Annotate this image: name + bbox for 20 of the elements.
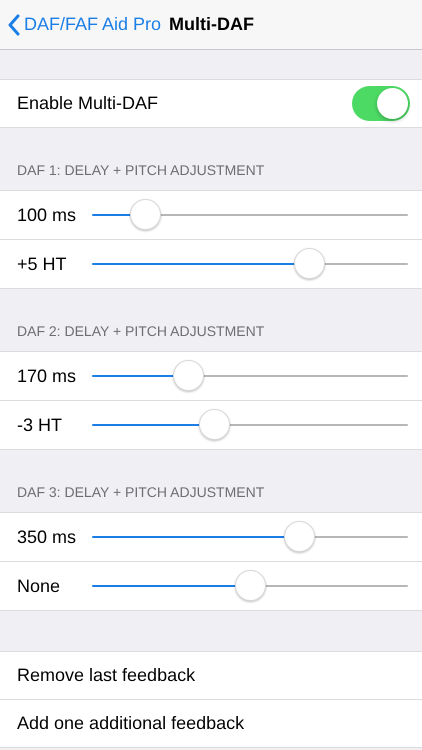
section-header: DAF 3: DELAY + PITCH ADJUSTMENT <box>17 483 264 502</box>
slider-reading: 350 ms <box>17 526 77 548</box>
slider-thumb[interactable] <box>235 570 266 600</box>
slider-thumb[interactable] <box>130 198 162 230</box>
slider-thumb[interactable] <box>173 360 204 390</box>
section-header: DAF 2: DELAY + PITCH ADJUSTMENT <box>17 322 264 341</box>
screen-title: Multi-DAF <box>169 13 254 36</box>
slider-reading: -3 HT <box>17 414 63 436</box>
back-button[interactable]: DAF/FAF Aid Pro <box>8 11 162 38</box>
slider-reading: 170 ms <box>17 364 77 388</box>
slider-reading: None <box>17 574 62 598</box>
section-header: DAF 1: DELAY + PITCH ADJUSTMENT <box>17 161 264 180</box>
slider-thumb[interactable] <box>198 408 230 440</box>
slider-thumb[interactable] <box>294 248 326 278</box>
toggle-switch[interactable] <box>352 86 410 121</box>
slider-reading: +5 HT <box>17 252 68 276</box>
slider-reading: 100 ms <box>17 204 77 226</box>
toggle-label: Enable Multi-DAF <box>17 92 158 115</box>
slider-thumb[interactable] <box>284 520 315 552</box>
chevron-left-icon <box>8 14 20 36</box>
